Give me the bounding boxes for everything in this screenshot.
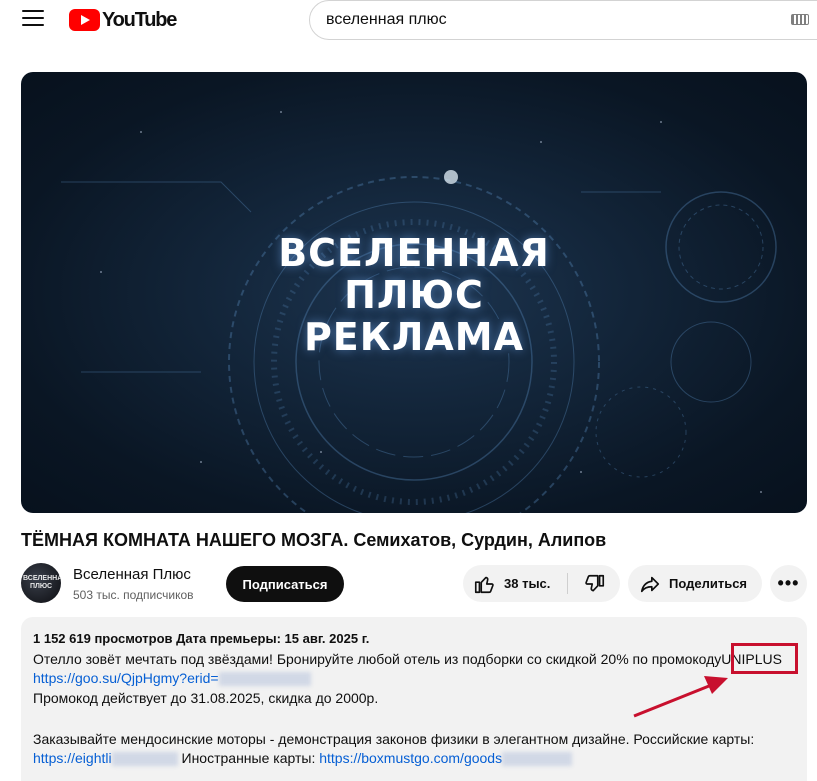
youtube-logo-icon xyxy=(69,9,100,31)
logo-text: YouTube xyxy=(102,8,177,31)
overlay-line-1: ВСЕЛЕННАЯ xyxy=(278,231,550,275)
russian-cards-link[interactable]: https://eightli xyxy=(33,750,112,766)
channel-name[interactable]: Вселенная Плюс xyxy=(73,566,191,583)
foreign-cards-link[interactable]: https://boxmustgo.com/goods xyxy=(319,750,502,766)
thumbs-up-icon xyxy=(474,576,494,593)
overlay-line-2: ПЛЮС xyxy=(344,273,484,317)
description-line-1: Отелло зовёт мечтать под звёздами! Брони… xyxy=(33,651,782,667)
keyboard-icon[interactable] xyxy=(791,14,809,25)
share-label: Поделиться xyxy=(669,576,748,591)
more-icon: ••• xyxy=(777,573,800,593)
description-line-2: https://goo.su/QjpHgmy?erid= xyxy=(33,670,311,687)
promo-link[interactable]: https://goo.su/QjpHgmy?erid= xyxy=(33,670,219,686)
promo-text: Отелло зовёт мечтать под звёздами! Брони… xyxy=(33,651,722,667)
like-count: 38 тыс. xyxy=(504,576,551,591)
overlay-line-3: РЕКЛАМА xyxy=(303,315,525,359)
subscribe-button[interactable]: Подписаться xyxy=(226,566,344,602)
avatar-text: ВСЕЛЕННАЯ ПЛЮС xyxy=(23,575,61,590)
top-bar: YouTube xyxy=(0,0,817,40)
like-dislike-group: 38 тыс. xyxy=(463,565,620,602)
search-box[interactable] xyxy=(309,0,817,40)
more-actions-button[interactable]: ••• xyxy=(770,565,807,602)
blurred-link-part xyxy=(111,752,178,767)
view-count-and-date: 1 152 619 просмотров Дата премьеры: 15 а… xyxy=(33,631,370,646)
channel-avatar[interactable]: ВСЕЛЕННАЯ ПЛЮС xyxy=(21,563,61,603)
dislike-button[interactable] xyxy=(569,565,620,602)
subscriber-count: 503 тыс. подписчиков xyxy=(73,588,194,602)
blurred-link-part xyxy=(218,672,311,687)
description-line-5: Заказывайте мендосинские моторы - демонс… xyxy=(33,731,755,747)
description-line-6: https://eightli Иностранные карты: https… xyxy=(33,750,573,767)
player-overlay-title: ВСЕЛЕННАЯ ПЛЮС РЕКЛАМА xyxy=(21,232,807,358)
video-player[interactable]: ВСЕЛЕННАЯ ПЛЮС РЕКЛАМА xyxy=(21,72,807,513)
thumbs-down-icon xyxy=(584,574,604,592)
menu-icon[interactable] xyxy=(22,10,44,28)
like-divider xyxy=(567,573,568,594)
blurred-link-part xyxy=(502,752,573,767)
foreign-cards-label: Иностранные карты: xyxy=(181,750,316,766)
share-button[interactable]: Поделиться xyxy=(628,565,762,602)
video-title: ТЁМНАЯ КОМНАТА НАШЕГО МОЗГА. Семихатов, … xyxy=(21,530,607,550)
youtube-logo[interactable]: YouTube xyxy=(69,8,177,31)
description-line-3: Промокод действует до 31.08.2025, скидка… xyxy=(33,690,379,706)
share-icon xyxy=(640,576,660,592)
like-button[interactable]: 38 тыс. xyxy=(463,565,567,602)
search-input[interactable] xyxy=(326,11,766,29)
promo-highlight-box xyxy=(731,643,798,674)
